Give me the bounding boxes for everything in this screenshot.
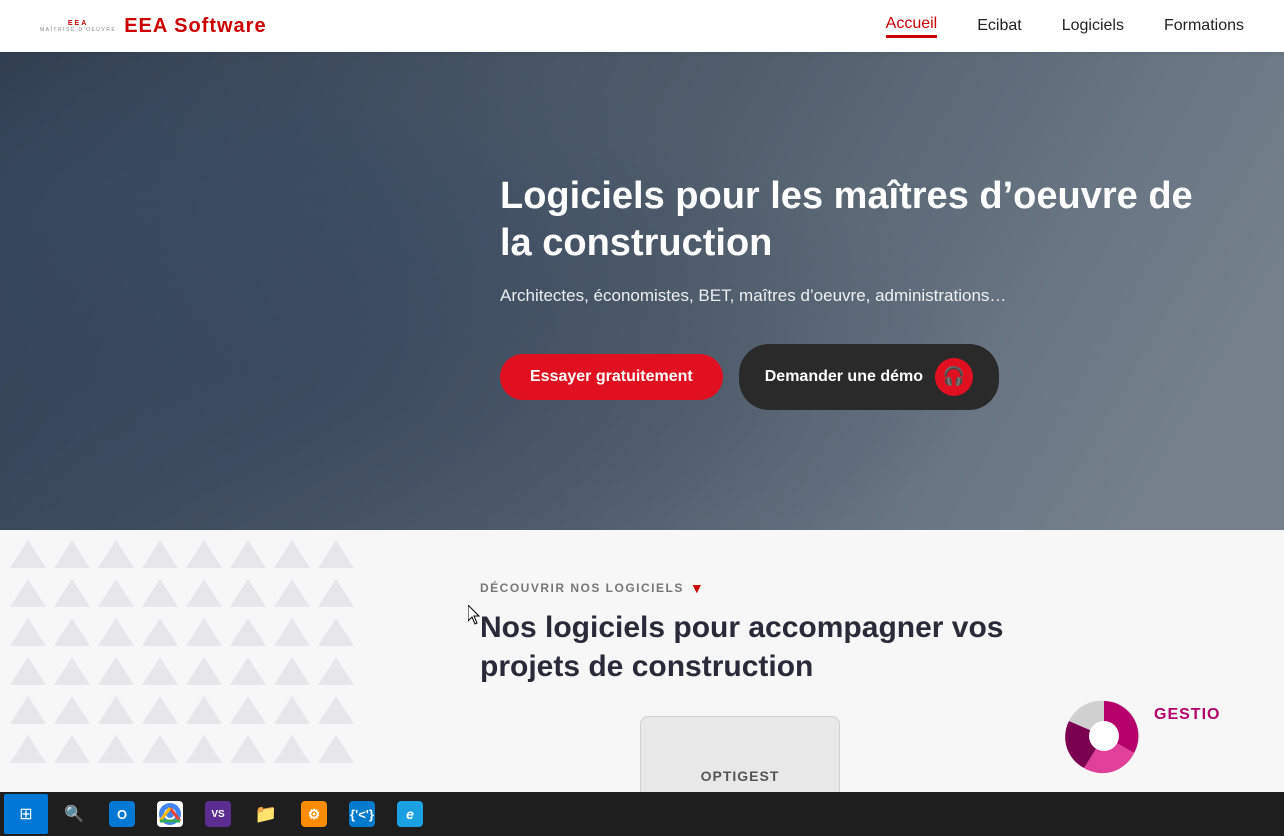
section-left: DÉCOUVRIR NOS LOGICIELS ▼ Nos logiciels … [480, 580, 1244, 686]
chrome-button[interactable] [148, 794, 192, 834]
nav-item-ecibat[interactable]: Ecibat [977, 17, 1021, 35]
nav-menu: Accueil Ecibat Logiciels Formations [886, 15, 1244, 38]
logo[interactable]: EEA MAÎTRISE D'OEUVRE EEA Software [40, 15, 267, 38]
nav-link-ecibat[interactable]: Ecibat [977, 17, 1021, 34]
search-icon: 🔍 [64, 804, 84, 824]
vscode-button[interactable]: {'<'} [340, 794, 384, 834]
hero-content: Logiciels pour les maîtres d’oeuvre de l… [0, 52, 1284, 530]
logo-sub: MAÎTRISE D'OEUVRE [40, 27, 116, 33]
devtools-button[interactable]: ⚙ [292, 794, 336, 834]
taskbar: ⊞ 🔍 O VS 📁 ⚙ {'<'} e [0, 792, 1284, 836]
hero-title: Logiciels pour les maîtres d’oeuvre de l… [500, 173, 1224, 268]
visual-studio-icon: VS [205, 801, 231, 827]
ie-icon: e [397, 801, 423, 827]
section-title: Nos logiciels pour accompagner vos proje… [480, 608, 1100, 686]
section-tag: DÉCOUVRIR NOS LOGICIELS ▼ [480, 580, 1244, 596]
ie-button[interactable]: e [388, 794, 432, 834]
tag-arrow-icon: ▼ [690, 580, 705, 596]
folder-icon: 📁 [255, 804, 277, 825]
outlook-icon: O [109, 801, 135, 827]
devtools-icon: ⚙ [301, 801, 327, 827]
chrome-icon [157, 801, 183, 827]
logo-mark: EEA MAÎTRISE D'OEUVRE [40, 20, 116, 33]
demo-button-label: Demander une démo [765, 368, 923, 386]
windows-start-button[interactable]: ⊞ [4, 794, 48, 834]
nav-link-accueil[interactable]: Accueil [886, 15, 938, 32]
nav-item-formations[interactable]: Formations [1164, 17, 1244, 35]
hero-section: Logiciels pour les maîtres d’oeuvre de l… [0, 0, 1284, 530]
logo-top: EEA [68, 20, 88, 27]
search-button[interactable]: 🔍 [52, 794, 96, 834]
hero-buttons: Essayer gratuitement Demander une démo 🎧 [500, 344, 1224, 410]
navbar: EEA MAÎTRISE D'OEUVRE EEA Software Accue… [0, 0, 1284, 52]
logiciels-section: DÉCOUVRIR NOS LOGICIELS ▼ Nos logiciels … [0, 530, 1284, 836]
try-free-button[interactable]: Essayer gratuitement [500, 354, 723, 400]
nav-link-logiciels[interactable]: Logiciels [1062, 17, 1124, 34]
vscode-icon: {'<'} [349, 801, 375, 827]
nav-item-logiciels[interactable]: Logiciels [1062, 17, 1124, 35]
folder-button[interactable]: 📁 [244, 794, 288, 834]
nav-link-formations[interactable]: Formations [1164, 17, 1244, 34]
demo-button[interactable]: Demander une démo 🎧 [739, 344, 999, 410]
outlook-button[interactable]: O [100, 794, 144, 834]
demo-icon: 🎧 [935, 358, 973, 396]
logo-text: EEA Software [124, 15, 266, 38]
section-tag-text: DÉCOUVRIR NOS LOGICIELS [480, 581, 684, 595]
section-content: DÉCOUVRIR NOS LOGICIELS ▼ Nos logiciels … [0, 530, 1284, 836]
windows-icon: ⊞ [19, 804, 32, 824]
nav-item-accueil[interactable]: Accueil [886, 15, 938, 38]
visual-studio-button[interactable]: VS [196, 794, 240, 834]
hero-subtitle: Architectes, économistes, BET, maîtres d… [500, 286, 1224, 306]
